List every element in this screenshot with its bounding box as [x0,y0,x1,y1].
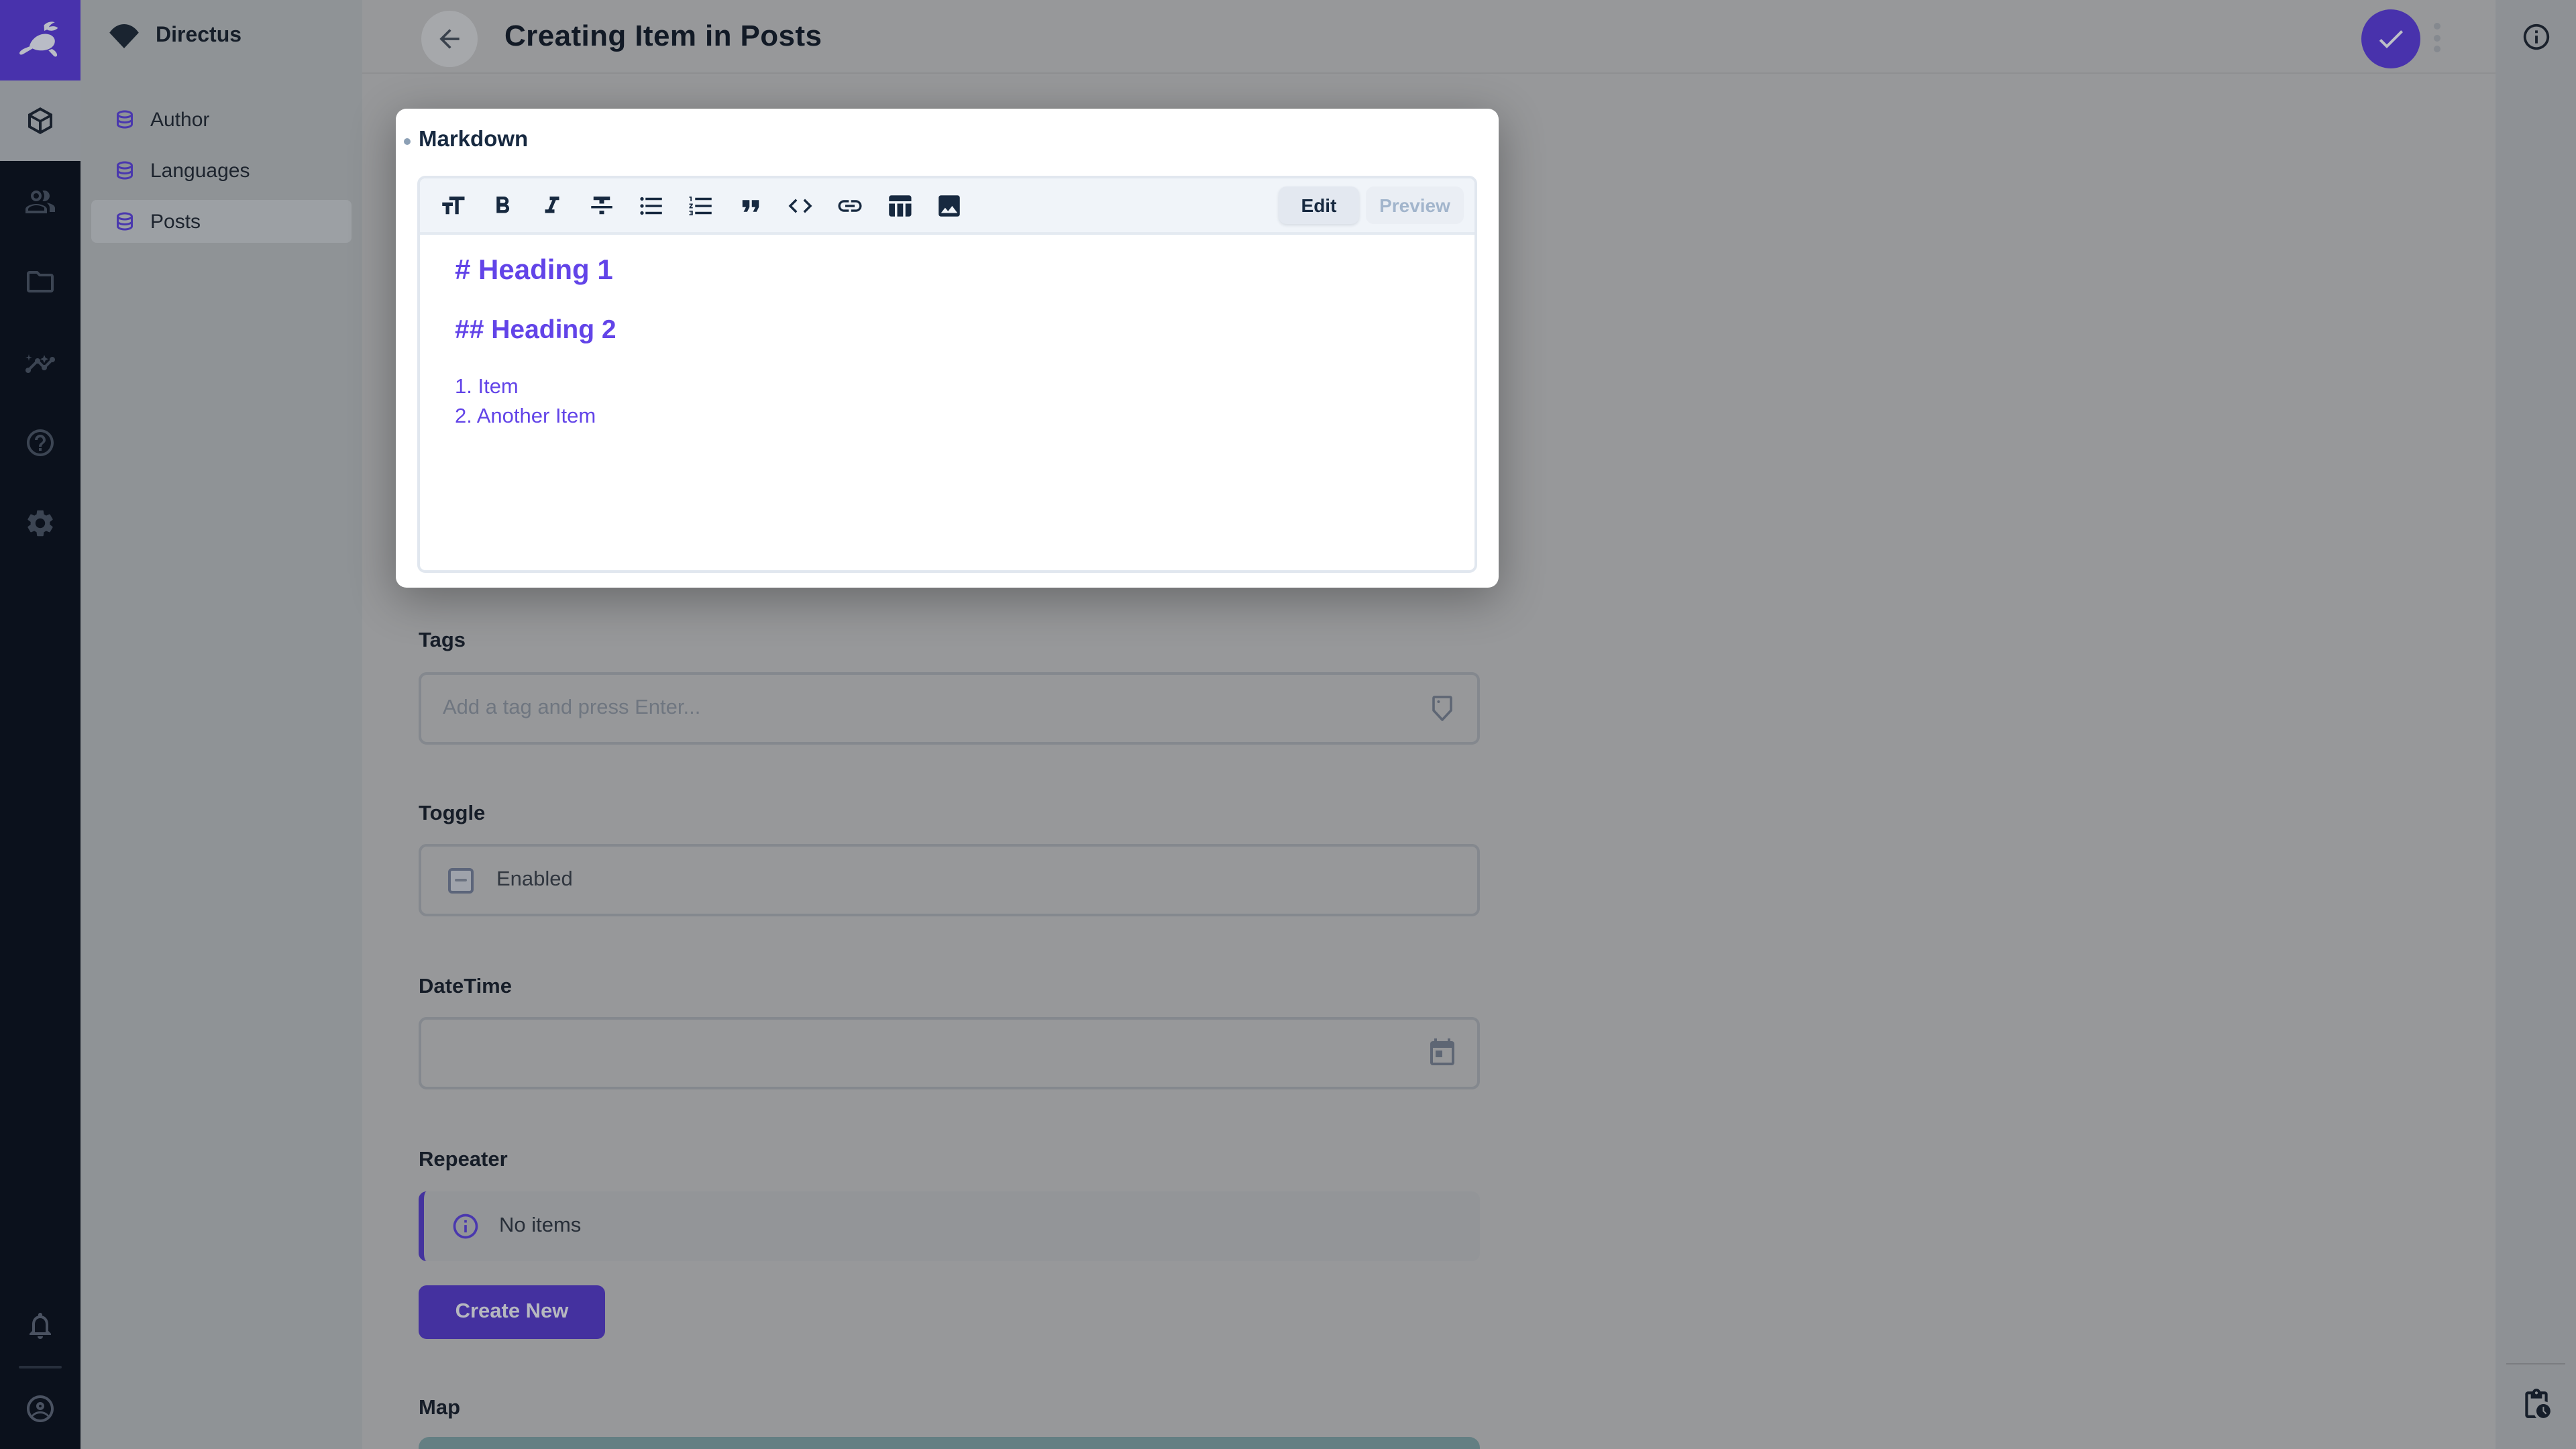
nav-sidebar: Directus Author Languages Posts [80,0,362,1449]
markdown-field-card: Markdown Edit Preview # Heading 1 ## Hea… [396,109,1499,588]
tags-field-label: Tags [419,629,466,652]
markdown-toolbar: Edit Preview [420,178,1474,235]
more-options-button[interactable] [2428,23,2445,52]
fan-icon [107,24,141,48]
markdown-editor: Edit Preview # Heading 1 ## Heading 2 1.… [417,176,1477,573]
module-bar [0,0,80,1449]
module-users[interactable] [0,161,80,241]
account-button[interactable] [0,1368,80,1449]
right-sidebar [2496,0,2576,1449]
module-insights[interactable] [0,322,80,402]
project-header[interactable]: Directus [80,0,362,72]
folder-icon [24,266,56,298]
help-icon [24,427,56,459]
markdown-line: 1. Item [455,376,519,398]
table-icon[interactable] [875,178,924,232]
sidebar-item-label: Author [150,108,210,131]
directus-rabbit-icon [17,20,63,60]
sidebar-item-label: Languages [150,159,250,182]
more-vert-icon [2433,34,2440,41]
tab-preview[interactable]: Preview [1366,186,1464,224]
back-button[interactable] [421,11,478,67]
more-vert-icon [2433,46,2440,52]
sidebar-divider [2506,1363,2565,1364]
format-size-icon[interactable] [428,178,478,232]
create-new-button[interactable]: Create New [419,1285,605,1339]
markdown-textarea[interactable]: # Heading 1 ## Heading 2 1. Item 2. Anot… [420,235,1474,431]
info-icon [2520,21,2551,52]
markdown-line: 2. Another Item [455,405,596,428]
check-icon [2375,23,2407,55]
map-field-label: Map [419,1397,460,1419]
module-files[interactable] [0,241,80,322]
save-button[interactable] [2361,9,2420,68]
italic-icon[interactable] [527,178,577,232]
info-icon [451,1212,480,1241]
sidebar-item-author[interactable]: Author [91,98,352,141]
calendar-icon[interactable] [1426,1037,1458,1069]
database-icon [113,158,137,182]
pending-actions-icon [2519,1387,2553,1421]
database-icon [113,209,137,233]
module-settings[interactable] [0,483,80,564]
repeater-empty-notice: No items [419,1191,1480,1261]
spotlight-dot-icon [404,138,411,145]
markdown-field-label: Markdown [419,127,529,152]
bold-icon[interactable] [478,178,527,232]
code-icon[interactable] [775,178,825,232]
datetime-input[interactable] [421,1041,1426,1065]
more-vert-icon [2433,23,2440,30]
repeater-field-label: Repeater [419,1148,508,1171]
insights-icon [24,346,56,378]
project-name: Directus [156,24,242,47]
tab-edit[interactable]: Edit [1279,186,1359,224]
map-canvas[interactable] [419,1437,1480,1449]
sidebar-item-languages[interactable]: Languages [91,149,352,192]
directus-logo[interactable] [0,0,80,80]
module-docs[interactable] [0,402,80,483]
sidebar-item-posts[interactable]: Posts [91,200,352,243]
bell-icon [24,1309,56,1342]
page-header: Creating Item in Posts [362,0,2496,74]
revisions-sidebar-button[interactable] [2496,1387,2576,1421]
tag-icon [1426,692,1458,724]
markdown-line: # Heading 1 [455,255,613,286]
repeater-empty-text: No items [499,1214,582,1237]
link-icon[interactable] [825,178,875,232]
bulleted-list-icon[interactable] [627,178,676,232]
gear-icon [24,507,56,539]
datetime-input-box [419,1017,1480,1089]
numbered-list-icon[interactable] [676,178,726,232]
toggle-state-label: Enabled [496,868,573,891]
module-content[interactable] [0,80,80,161]
page-title: Creating Item in Posts [504,19,822,52]
people-icon [24,185,56,217]
markdown-line: ## Heading 2 [455,315,616,345]
arrow-left-icon [435,24,464,54]
toggle-box: Enabled [419,844,1480,916]
quote-icon[interactable] [726,178,775,232]
tags-input[interactable] [421,696,1426,720]
tags-input-box [419,672,1480,745]
image-icon[interactable] [924,178,974,232]
account-circle-icon [24,1393,56,1425]
strikethrough-icon[interactable] [577,178,627,232]
cube-icon [24,105,56,137]
datetime-field-label: DateTime [419,975,512,998]
sidebar-item-label: Posts [150,210,201,233]
directus-app: Directus Author Languages Posts Creating… [0,0,2576,1449]
database-icon [113,107,137,131]
indeterminate-checkbox-icon[interactable] [448,867,474,893]
toggle-field-label: Toggle [419,802,486,825]
notifications-button[interactable] [0,1285,80,1366]
info-sidebar-button[interactable] [2496,21,2576,52]
